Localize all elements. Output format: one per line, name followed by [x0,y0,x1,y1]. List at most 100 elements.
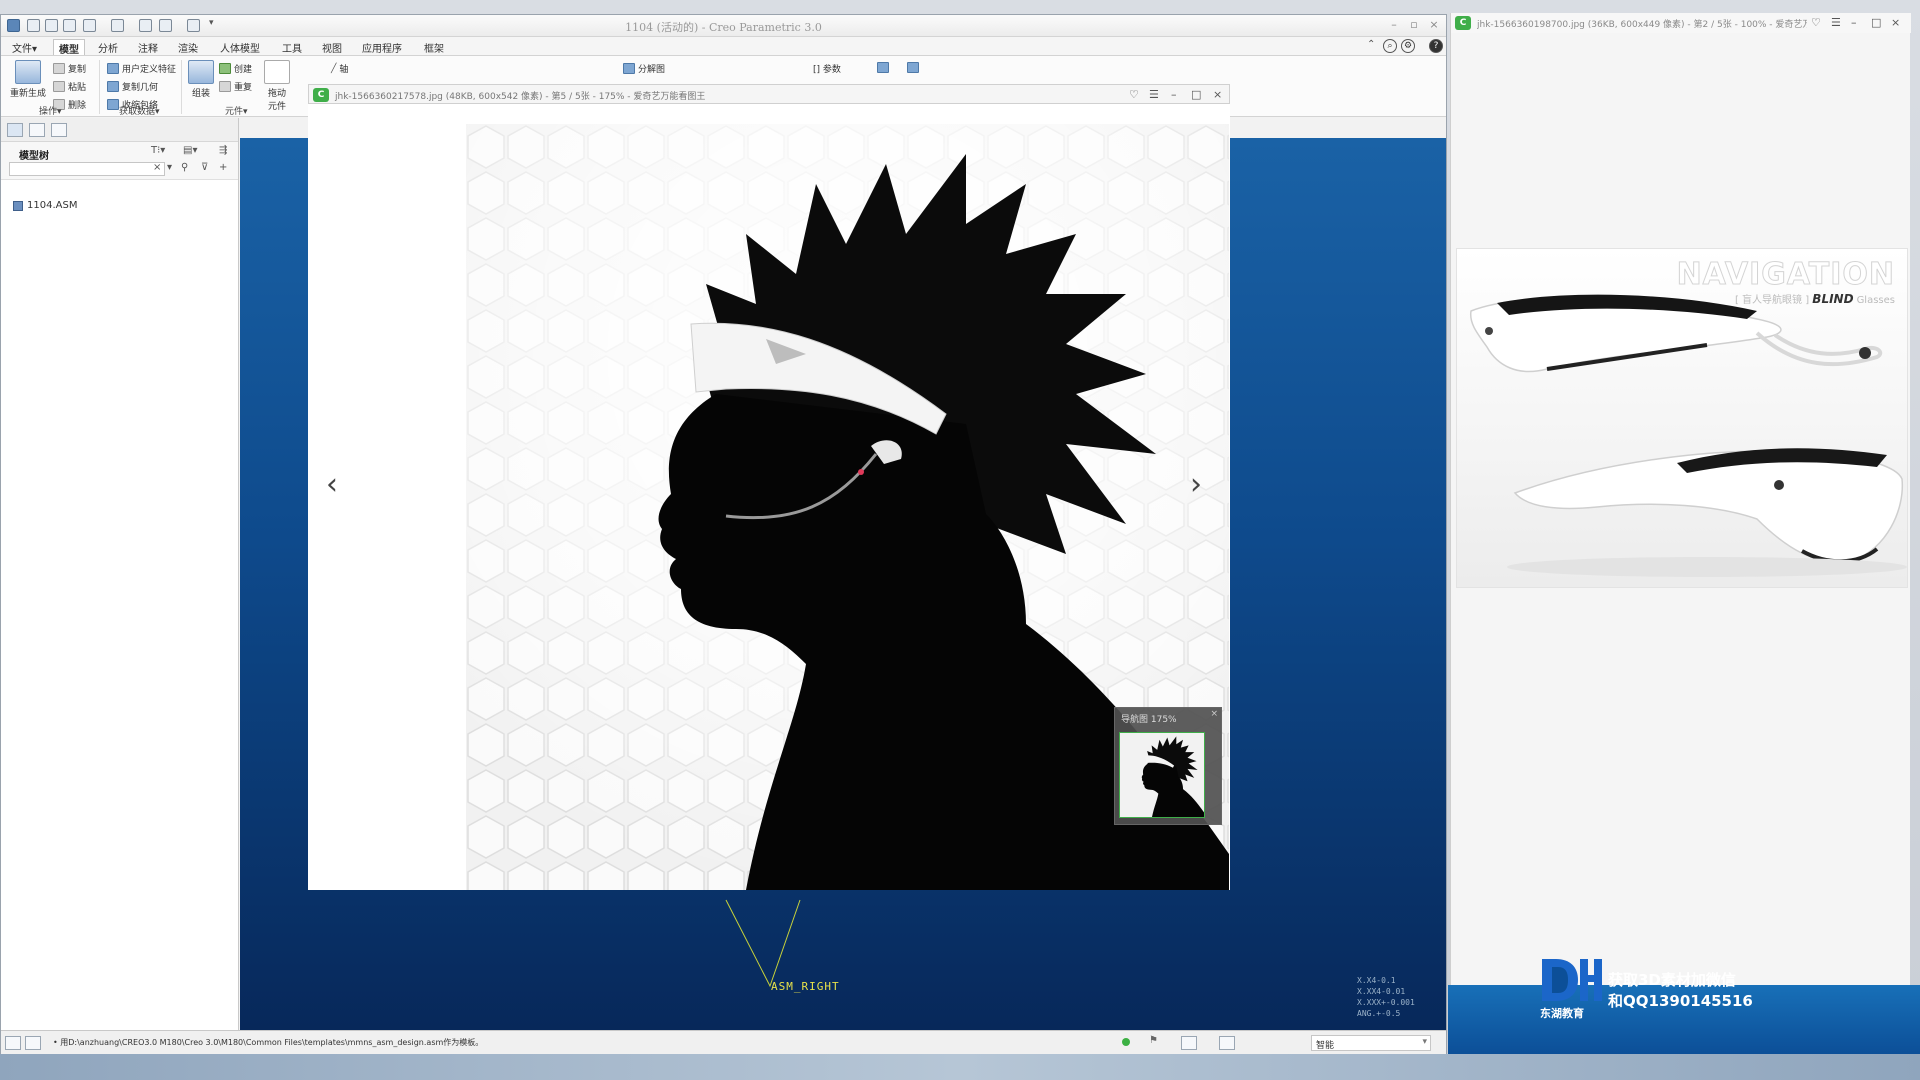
regenerate-icon [15,60,41,84]
photo-viewer-window-2: C jhk-1566360198700.jpg (36KB, 600x449 像… [1450,13,1911,985]
close-icon[interactable]: × [1426,18,1442,32]
menu-view[interactable]: 视图 [317,39,347,56]
close-icon[interactable]: × [1891,16,1900,29]
smart-filter-select[interactable]: 智能 [1311,1035,1431,1051]
navigator-thumbnail[interactable] [1119,732,1205,818]
tree-columns-icon[interactable]: ⇶ [219,145,227,156]
viewer-app-icon[interactable]: C [313,88,329,102]
paste-button[interactable]: 粘贴 [53,80,86,93]
navigator-panel[interactable]: 导航图 175% × [1114,707,1222,825]
navigator-tabs [1,118,238,142]
drag-component-button[interactable]: 拖动 元件 [263,60,291,112]
repeat-icon [219,81,231,92]
collapse-ribbon-icon[interactable]: ⌃ [1367,39,1375,50]
exploded-view-button[interactable]: 分解图 [623,62,665,75]
ribbon-separator [181,60,182,114]
find-status-icon[interactable] [1181,1036,1197,1050]
taskbar [0,1054,1920,1080]
favorite-icon[interactable]: ♡ [1811,16,1821,29]
brand-title: NAVIGATION [1676,257,1895,293]
settings-icon[interactable]: ⚙ [1401,39,1415,53]
find-icon[interactable]: ⚲ [181,162,188,173]
copy-button[interactable]: 复制 [53,62,86,75]
add-icon[interactable]: + [219,162,227,173]
tree-settings-icon[interactable]: T⁝▾ [151,145,165,156]
search-icon[interactable]: ⌕ [1383,39,1397,53]
close-icon[interactable]: × [1213,88,1222,101]
copy-geometry-icon [107,81,119,92]
close-icon[interactable]: × [1210,709,1218,719]
menu-icon[interactable]: ☰ [1831,16,1841,29]
viewer-title: jhk-1566360217578.jpg (48KB, 600x542 像素)… [335,92,706,102]
datum-label[interactable]: ASM_RIGHT [771,980,840,993]
navigator-title: 导航图 175% [1121,715,1177,725]
maximize-icon[interactable]: □ [1191,88,1201,101]
tolerance-line: ANG.+-0.5 [1357,1009,1401,1018]
filter-icon[interactable]: ⊽ [201,162,208,173]
model-tree-search-input[interactable] [9,162,165,176]
assemble-icon [188,60,214,84]
tab-favorites[interactable] [51,123,67,137]
selection-icon[interactable] [1219,1036,1235,1050]
status-message: • 用D:\anzhuang\CREO3.0 M180\Creo 3.0\M18… [53,1038,484,1047]
assembly-icon [13,200,23,211]
donghu-logo-icon [1542,959,1602,1001]
menu-manikin[interactable]: 人体模型 [215,39,265,56]
ribbon-tool-b[interactable] [907,62,919,73]
menu-framework[interactable]: 框架 [419,39,449,56]
menu-render[interactable]: 渲染 [173,39,203,56]
tolerance-line: X.XXX+-0.001 [1357,998,1415,1007]
glasses-product-photo[interactable]: NAVIGATION [ 盲人导航眼镜 ] BLIND Glasses [1456,248,1908,588]
group-get-data[interactable]: 获取数据▾ [119,104,160,117]
axis-button[interactable]: ╱ 轴 [331,62,348,76]
favorite-icon[interactable]: ♡ [1129,88,1139,101]
menu-icon[interactable]: ☰ [1149,88,1159,101]
photo-viewer-window: C jhk-1566360217578.jpg (48KB, 600x542 像… [308,84,1230,890]
menu-file[interactable]: 文件▾ [7,39,42,56]
viewer-titlebar: C jhk-1566360217578.jpg (48KB, 600x542 像… [308,84,1230,104]
tab-model-tree[interactable] [7,123,23,137]
maximize-icon[interactable]: ▫ [1406,18,1422,32]
udf-button[interactable]: 用户定义特征 [107,62,176,75]
ribbon-tool-a[interactable] [877,62,889,73]
creo-window-title: 1104 (活动的) - Creo Parametric 3.0 [625,21,822,34]
show-navigator-icon[interactable] [5,1036,21,1050]
tolerance-line: X.X4-0.1 [1357,976,1396,985]
model-tree-header: 模型树 T⁝▾ ▤▾ ⇶ × ▾ ⚲ ⊽ + [1,142,238,180]
previous-image-button[interactable]: ‹ [326,470,338,500]
thumbnail-silhouette [1141,736,1204,817]
help-icon[interactable]: ? [1429,39,1443,53]
parameters-button[interactable]: [] 参数 [813,62,841,75]
create-button[interactable]: 创建 [219,62,252,75]
menu-applications[interactable]: 应用程序 [357,39,407,56]
tab-folder-browser[interactable] [29,123,45,137]
exploded-view-icon [623,63,635,74]
minimize-icon[interactable]: – [1171,88,1177,101]
regenerate-button[interactable]: 重新生成 [7,60,49,99]
repeat-button[interactable]: 重复 [219,80,252,93]
group-component[interactable]: 元件▾ [225,104,248,117]
model-tree-title: 模型树 [19,151,49,162]
next-image-button[interactable]: › [1190,470,1202,500]
group-operations[interactable]: 操作▾ [39,104,62,117]
create-icon [219,63,231,74]
minimize-icon[interactable]: – [1851,16,1857,29]
show-browser-icon[interactable] [25,1036,41,1050]
model-tree-panel: 模型树 T⁝▾ ▤▾ ⇶ × ▾ ⚲ ⊽ + 1104.ASM [1,118,239,1030]
menu-analysis[interactable]: 分析 [93,39,123,56]
menu-annotate[interactable]: 注释 [133,39,163,56]
maximize-icon[interactable]: □ [1871,16,1881,29]
viewer-canvas[interactable]: ‹ › 导航图 175% × [308,104,1230,890]
ribbon-separator [99,60,100,114]
tree-item-root-assembly[interactable]: 1104.ASM [13,200,77,211]
flag-icon[interactable]: ⚑ [1149,1035,1158,1046]
clear-search-icon[interactable]: × [153,162,161,173]
assemble-button[interactable]: 组装 [185,60,217,99]
copy-geometry-button[interactable]: 复制几何 [107,80,158,93]
minimize-icon[interactable]: – [1386,18,1402,32]
menu-tools[interactable]: 工具 [277,39,307,56]
tree-show-icon[interactable]: ▤▾ [183,145,197,156]
search-dropdown-icon[interactable]: ▾ [167,162,172,173]
viewer-app-icon[interactable]: C [1455,16,1471,30]
shrinkwrap-icon [107,99,119,110]
